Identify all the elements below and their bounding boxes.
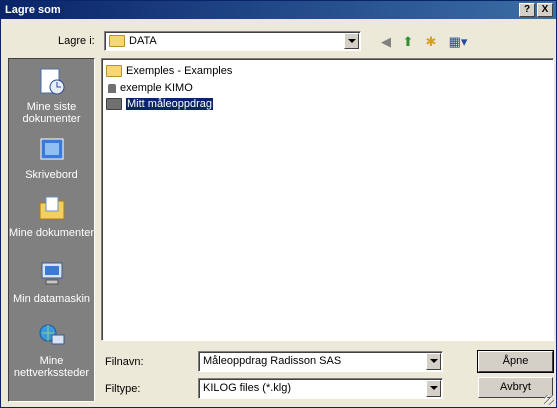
folder-icon: [106, 65, 122, 78]
file-list[interactable]: Exemples - Examples exemple KIMO Mitt må…: [101, 58, 554, 341]
back-arrow-icon[interactable]: ◀: [377, 33, 395, 51]
places-bar: Mine siste dokumenter Skrivebord Mine do…: [8, 58, 95, 402]
list-item[interactable]: Mitt måleoppdrag: [106, 97, 213, 112]
resize-grip[interactable]: [544, 395, 554, 405]
view-menu-icon[interactable]: ▦▾: [447, 33, 469, 51]
new-folder-icon[interactable]: ✱: [422, 33, 440, 51]
folder-icon: [109, 35, 125, 48]
chevron-down-icon[interactable]: [426, 380, 441, 397]
filename-field[interactable]: Måleoppdrag Radisson SAS: [198, 351, 443, 372]
filetype-value: KILOG files (*.klg): [203, 382, 292, 394]
place-computer[interactable]: Min datamaskin: [9, 259, 94, 305]
file-name: Mitt måleoppdrag: [126, 98, 213, 110]
desktop-icon: [40, 138, 63, 160]
list-item[interactable]: exemple KIMO: [106, 81, 193, 96]
place-documents[interactable]: Mine dokumenter: [9, 193, 94, 239]
save-in-value: DATA: [129, 35, 157, 47]
save-as-dialog: Lagre som ? X Lagre i: DATA ◀ ⬆ ✱ ▦▾ Min…: [0, 0, 557, 408]
close-button[interactable]: X: [537, 3, 553, 17]
my-documents-icon: [39, 196, 64, 220]
place-label: Mine siste dokumenter: [22, 101, 81, 125]
lock-icon: [108, 83, 116, 93]
my-computer-icon: [41, 262, 62, 285]
chevron-down-icon[interactable]: [344, 33, 359, 49]
filename-label: Filnavn:: [105, 356, 144, 368]
recent-documents-icon: [40, 68, 64, 95]
place-recent[interactable]: Mine siste dokumenter: [9, 67, 94, 125]
list-item[interactable]: Exemples - Examples: [106, 64, 232, 79]
place-label: Skrivebord: [25, 169, 78, 181]
save-in-combo[interactable]: DATA: [104, 31, 361, 51]
save-in-label: Lagre i:: [58, 35, 95, 47]
open-button[interactable]: Åpne: [477, 350, 554, 373]
file-name: Exemples - Examples: [126, 65, 233, 77]
network-places-icon: [39, 324, 64, 345]
filetype-label: Filtype:: [105, 383, 141, 395]
place-label: Mine dokumenter: [9, 227, 94, 239]
filename-value: Måleoppdrag Radisson SAS: [203, 355, 342, 367]
file-name: exemple KIMO: [120, 82, 193, 94]
place-network[interactable]: Mine nettverkssteder: [9, 321, 94, 379]
place-label: Min datamaskin: [12, 293, 91, 305]
folder-icon: [106, 98, 122, 111]
place-label: Mine nettverkssteder: [13, 355, 90, 379]
place-desktop[interactable]: Skrivebord: [9, 135, 94, 181]
window-title: Lagre som: [5, 4, 61, 16]
up-folder-icon[interactable]: ⬆: [399, 33, 417, 51]
cancel-button[interactable]: Avbryt: [478, 377, 553, 398]
chevron-down-icon[interactable]: [426, 353, 441, 370]
filetype-select[interactable]: KILOG files (*.klg): [198, 378, 443, 399]
title-bar[interactable]: Lagre som ? X: [1, 1, 556, 19]
help-button[interactable]: ?: [519, 3, 535, 17]
